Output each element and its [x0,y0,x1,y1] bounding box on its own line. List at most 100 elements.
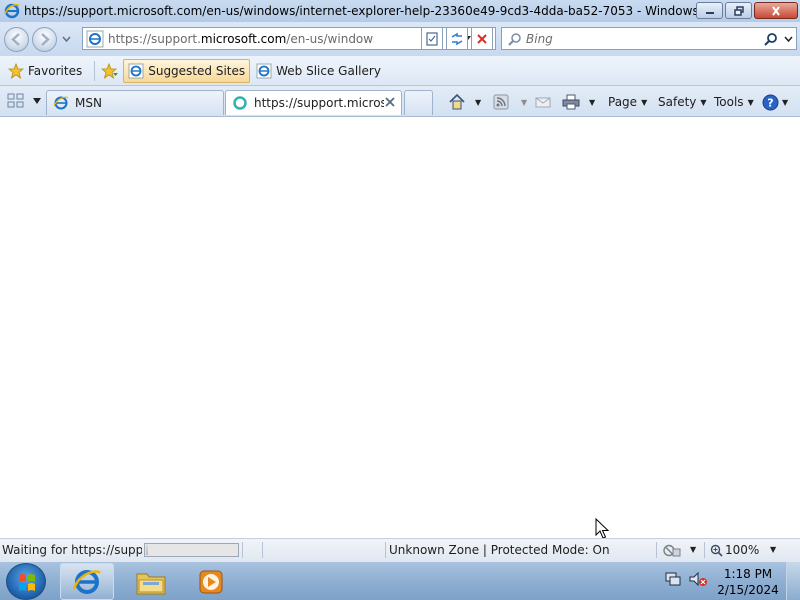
status-divider [656,542,657,558]
suggested-sites-label: Suggested Sites [148,63,246,78]
tab-msn[interactable]: MSN [46,90,224,115]
forward-button[interactable] [32,27,57,52]
print-dropdown-icon[interactable]: ▼ [589,98,595,107]
tools-menu-label: Tools [714,95,744,109]
taskbar-windows-explorer[interactable] [124,563,178,600]
safety-menu[interactable]: Safety ▼ [658,92,707,112]
ie-logo-icon [4,3,20,19]
popup-blocker-dropdown-icon[interactable]: ▼ [690,545,696,554]
url-domain: microsoft.com [200,31,287,46]
stop-button[interactable] [471,27,493,50]
tab-row: MSN https://support.micros... ▼ ▼ ▼ Page… [0,86,800,117]
tab-label: MSN [75,96,102,110]
search-box[interactable]: Bing [501,27,797,50]
folder-icon [136,573,166,594]
mail-icon [535,97,551,108]
network-icon[interactable] [664,570,682,588]
minimize-button[interactable] [696,2,723,19]
status-divider [242,542,243,558]
close-icon [772,5,780,16]
add-favorite-star-icon [101,62,119,79]
forward-arrow-icon [41,33,50,46]
restore-icon [733,5,744,16]
clock-date: 2/15/2024 [717,583,779,597]
refresh-button[interactable] [446,27,468,50]
printer-icon [562,94,580,110]
media-player-icon [199,570,223,593]
favorites-star-icon [8,62,24,79]
start-button[interactable] [6,563,46,600]
ie-logo-icon [72,569,101,594]
zoom-level-button[interactable]: 100% [710,543,759,557]
url-suffix: /en-us/windows/in [286,31,374,46]
new-tab-button[interactable] [404,90,433,115]
taskbar-internet-explorer[interactable] [60,563,114,600]
add-to-favorites-bar-button[interactable] [99,59,121,83]
page-content[interactable] [0,117,800,538]
quick-tabs-grid-icon [7,93,24,108]
windows-logo-icon [19,574,35,591]
address-url[interactable]: https://support.microsoft.com/en-us/wind… [108,32,374,46]
help-icon: ? [762,94,779,110]
tools-menu[interactable]: Tools ▼ [714,92,754,112]
navigation-bar: https://support.microsoft.com/en-us/wind… [0,22,800,56]
ie-page-icon [86,30,104,47]
popup-blocker-icon[interactable] [662,543,682,558]
back-arrow-icon [11,33,20,46]
window-controls [696,2,798,19]
favorites-divider [94,60,96,81]
print-button[interactable]: ▼ [562,92,595,112]
close-window-button[interactable] [754,2,798,19]
tab-label: https://support.micros... [254,96,384,110]
rss-feed-icon [493,94,509,110]
search-options-chevron-icon[interactable] [784,36,793,42]
search-provider-icon [508,33,521,46]
safety-menu-chevron-icon: ▼ [700,97,707,107]
status-divider [262,542,263,558]
home-button[interactable]: ▼ [448,92,481,112]
web-slice-gallery-label: Web Slice Gallery [276,63,381,78]
zoom-magnifier-icon [710,544,723,557]
help-button[interactable]: ? ▼ [762,92,788,112]
ie-page-icon [128,63,144,78]
ie-page-icon [256,63,272,78]
compatibility-view-button[interactable] [421,27,443,50]
web-slice-gallery-link[interactable]: Web Slice Gallery [252,59,385,83]
mouse-cursor-icon [595,518,609,539]
restore-button[interactable] [725,2,752,19]
search-icon[interactable] [764,32,778,46]
progress-fill [146,545,148,555]
help-dropdown-icon[interactable]: ▼ [782,98,788,107]
suggested-sites-link[interactable]: Suggested Sites [123,58,251,83]
tab-support-microsoft[interactable]: https://support.micros... [225,90,402,115]
ie-page-icon [53,96,69,110]
security-zone-text[interactable]: Unknown Zone | Protected Mode: On [389,543,610,557]
system-clock[interactable]: 1:18 PM 2/15/2024 [715,566,781,598]
status-divider [385,542,386,558]
home-dropdown-icon[interactable]: ▼ [475,98,481,107]
show-desktop-button[interactable] [786,562,800,600]
tools-menu-chevron-icon: ▼ [747,97,754,107]
tab-list-chevron-icon[interactable] [33,98,41,104]
favorites-button[interactable]: Favorites [4,59,86,83]
zoom-dropdown-icon[interactable]: ▼ [770,545,776,554]
taskbar-media-player[interactable] [184,563,238,600]
page-menu[interactable]: Page ▼ [608,92,647,112]
feeds-dropdown-icon[interactable]: ▼ [521,98,527,107]
volume-muted-icon[interactable] [688,570,708,588]
url-prefix: https://support. [108,31,201,46]
home-icon [449,93,465,110]
safety-menu-label: Safety [658,95,697,109]
recent-pages-chevron-icon[interactable] [62,35,71,43]
status-bar: Waiting for https://suppor Unknown Zone … [0,538,800,561]
read-mail-button[interactable] [535,92,551,112]
quick-tabs-button[interactable] [6,90,44,112]
feeds-button[interactable]: ▼ [493,92,527,112]
back-button[interactable] [4,27,29,52]
refresh-icon [451,32,463,45]
clock-time: 1:18 PM [723,567,773,581]
favorites-label: Favorites [28,63,83,78]
stop-x-icon [477,33,487,44]
page-menu-chevron-icon: ▼ [641,97,648,107]
close-tab-button[interactable] [385,96,395,110]
